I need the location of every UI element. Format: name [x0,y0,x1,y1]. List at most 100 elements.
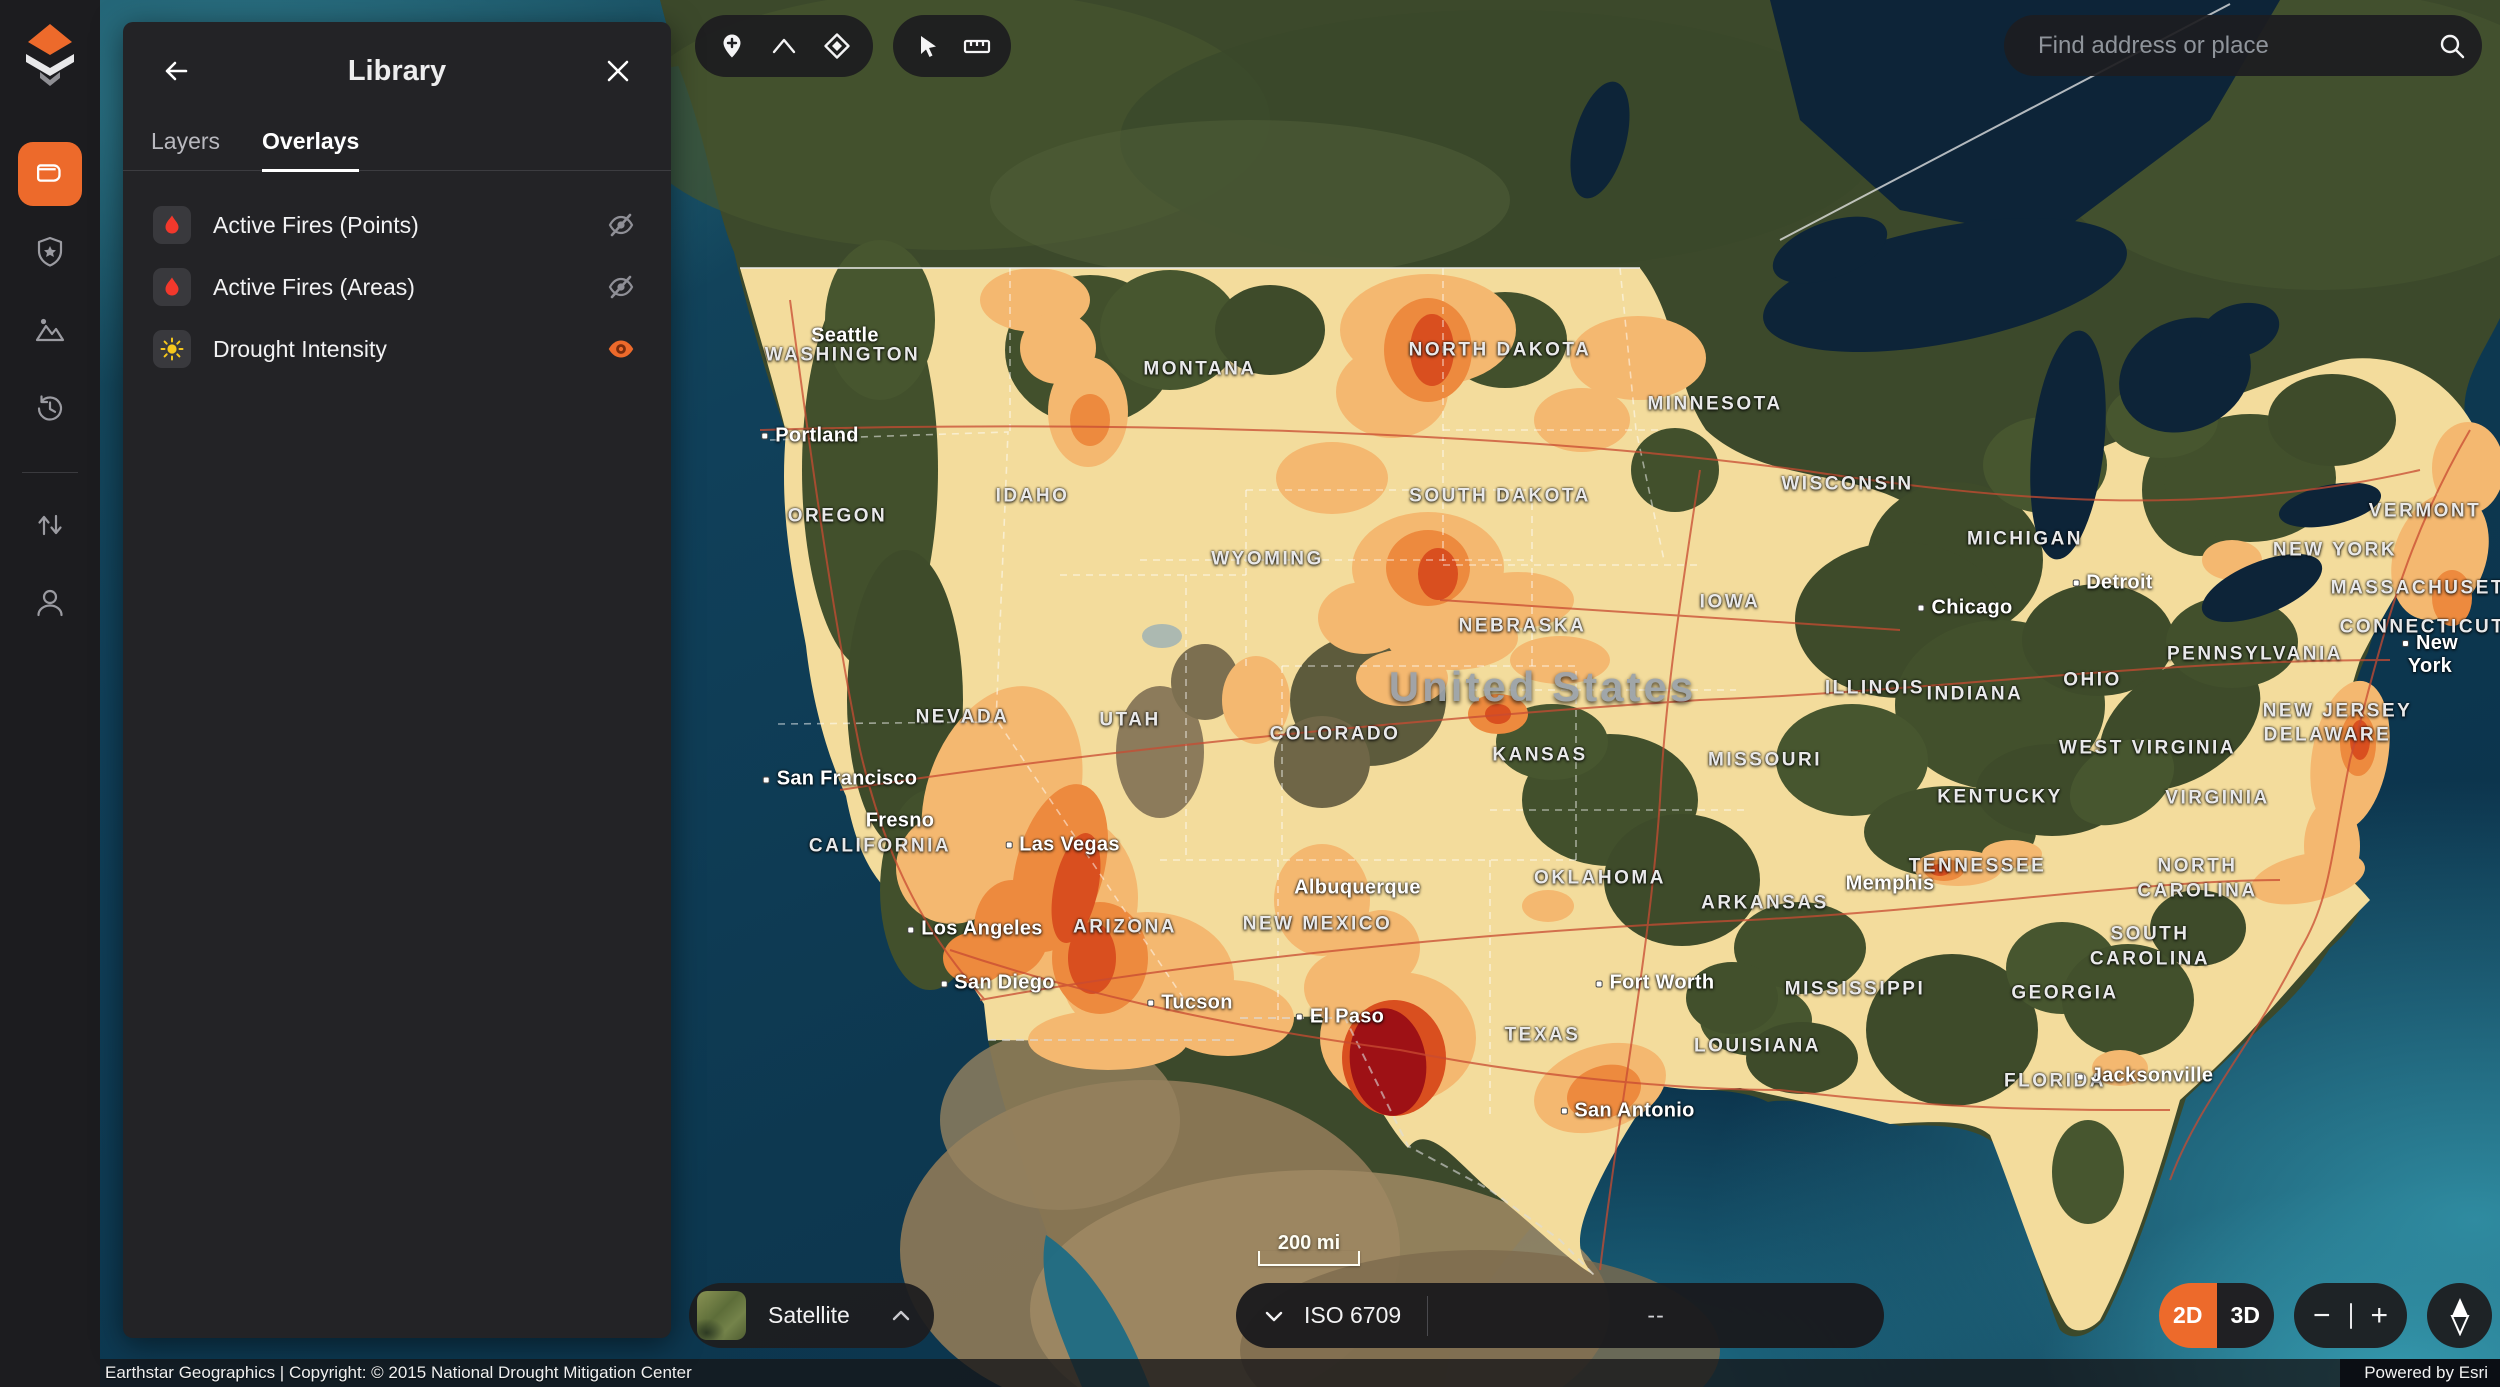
city-marker-dot [2402,640,2409,647]
sidebar-item-library[interactable] [18,142,82,206]
draw-path-button[interactable] [758,20,810,72]
view-2d-button[interactable]: 2D [2159,1283,2217,1348]
state-label: TEXAS [1505,1024,1581,1049]
basemap-label: Satellite [768,1302,890,1329]
sidebar-item-collections[interactable] [18,220,82,284]
city-label: San Antonio [1560,1099,1694,1122]
search-input[interactable] [2004,32,2422,60]
state-label: IDAHO [996,484,1070,509]
sidebar-item-account[interactable] [18,571,82,635]
state-label: LOUISIANA [1694,1035,1821,1060]
eye-off-icon [606,272,636,302]
state-label: NEVADA [916,706,1010,731]
state-label: NORTH DAKOTA [1409,339,1592,364]
state-label: SOUTH DAKOTA [1409,484,1591,509]
attribution-text: Earthstar Geographics | Copyright: © 201… [105,1363,2340,1383]
state-label: NEW MEXICO [1243,913,1393,938]
measure-button[interactable] [952,20,1001,72]
transfer-arrows-icon [30,505,70,545]
sidebar-item-history[interactable] [18,376,82,440]
shield-star-icon [30,232,70,272]
overlay-row-active-fires-areas[interactable]: Active Fires (Areas) [153,267,641,307]
state-label: NEBRASKA [1459,615,1587,640]
tab-overlays[interactable]: Overlays [262,128,359,172]
scenes-icon [30,310,70,350]
state-label: ARKANSAS [1701,892,1829,917]
city-label: Chicago [1918,596,2013,619]
visibility-off-button[interactable] [601,267,641,307]
overlay-row-drought-intensity[interactable]: Drought Intensity [153,329,641,369]
state-label: OHIO [2063,669,2122,694]
sun-icon [153,330,191,368]
overlay-label: Active Fires (Points) [213,212,601,239]
zoom-out-button[interactable]: − [2313,1301,2331,1331]
state-label: CALIFORNIA [809,835,951,860]
state-label: IOWA [1700,591,1761,616]
close-icon [605,58,631,84]
sidebar [0,0,100,1387]
city-marker-dot [761,432,768,439]
city-marker-dot [2077,1073,2084,1080]
state-label: MINNESOTA [1647,393,1782,418]
city-marker-dot [1560,1108,1567,1115]
select-button[interactable] [903,20,952,72]
chevron-up-icon [890,1305,912,1327]
sidebar-item-transfer[interactable] [18,493,82,557]
diamond-vertex-icon [822,31,852,61]
city-label: Las Vegas [1005,833,1120,856]
state-label: UTAH [1099,709,1160,734]
state-label: PENNSYLVANIA [2167,642,2343,667]
search-button[interactable] [2422,15,2482,76]
city-marker-dot [940,980,947,987]
visibility-off-button[interactable] [601,205,641,245]
compass-button[interactable] [2427,1283,2492,1348]
city-marker-dot [1147,1000,1154,1007]
search-bar [2004,15,2482,76]
app-window: United StatesWASHINGTONOREGONIDAHOMONTAN… [0,0,2500,1387]
state-label: DELAWARE [2264,724,2392,749]
state-label: MICHIGAN [1967,527,2083,552]
state-label: VIRGINIA [2165,787,2269,812]
tab-layers[interactable]: Layers [151,128,220,170]
overlay-row-active-fires-points[interactable]: Active Fires (Points) [153,205,641,245]
overlay-list: Active Fires (Points) Active Fires (Area… [123,171,671,369]
city-label: Detroit [2072,571,2153,594]
close-button[interactable] [599,52,637,90]
compass-needle-icon [2445,1296,2475,1336]
ruler-icon [962,31,992,61]
chevron-down-icon[interactable] [1262,1304,1286,1328]
app-logo-icon[interactable] [17,22,83,92]
pin-plus-icon [718,32,746,60]
draw-polygon-button[interactable] [811,20,863,72]
back-button[interactable] [157,52,195,90]
city-marker-dot [1596,980,1603,987]
library-panel-header: Library [123,22,671,98]
country-label: United States [1389,663,1696,711]
zoom-in-button[interactable]: + [2370,1301,2388,1331]
history-icon [30,388,70,428]
city-marker-dot [1918,604,1925,611]
coordinate-bar: ISO 6709 -- [1236,1283,1884,1348]
state-label: VERMONT [2369,499,2482,524]
state-label: ILLINOIS [1825,677,1925,702]
state-label: INDIANA [1927,683,2024,708]
city-label: San Francisco [763,768,918,791]
coordinate-format-label[interactable]: ISO 6709 [1304,1302,1401,1329]
state-label: MISSOURI [1708,749,1822,774]
visibility-on-button[interactable] [601,329,641,369]
add-point-button[interactable] [706,20,758,72]
city-marker-dot [907,926,914,933]
zoom-divider [2350,1303,2352,1329]
panel-tabs: Layers Overlays [123,98,671,171]
state-label: MASSACHUSETTS [2331,577,2500,602]
sidebar-item-scenes[interactable] [18,298,82,362]
city-label: San Diego [940,972,1055,995]
state-label: MONTANA [1143,358,1256,383]
eye-on-icon [605,333,637,365]
account-icon [30,583,70,623]
state-label: GEORGIA [2011,982,2118,1007]
basemap-selector[interactable]: Satellite [689,1283,934,1348]
city-label: Albuquerque [1294,876,1421,899]
powered-by-esri: Powered by Esri [2340,1359,2500,1387]
city-marker-dot [2072,579,2079,586]
